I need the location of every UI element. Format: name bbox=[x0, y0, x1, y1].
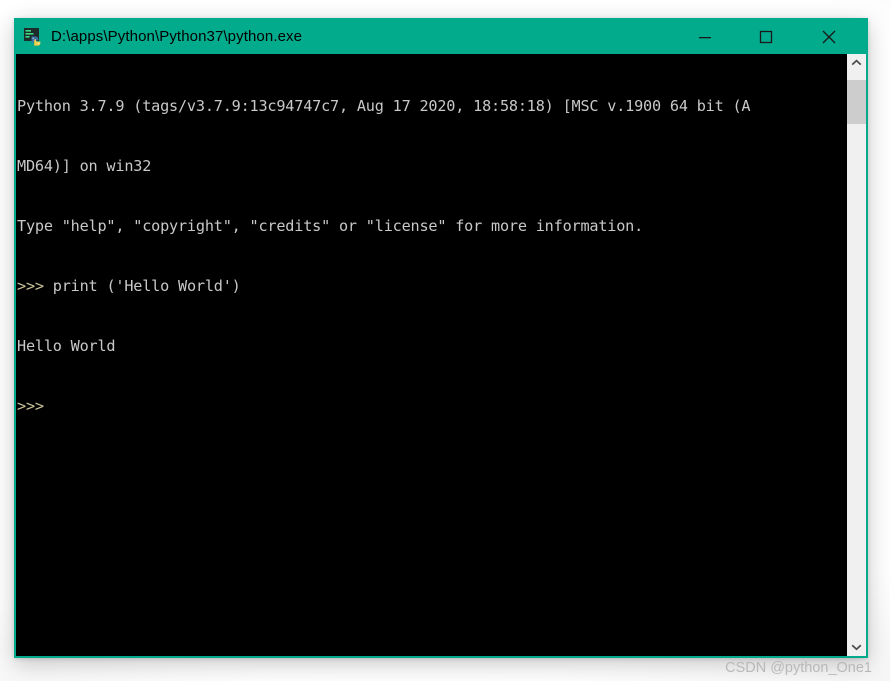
console-prompt: >>> bbox=[17, 397, 44, 415]
console-line-text: Python 3.7.9 (tags/v3.7.9:13c94747c7, Au… bbox=[17, 97, 751, 115]
chevron-up-icon bbox=[851, 54, 862, 72]
console-prompt: >>> bbox=[17, 277, 44, 295]
python-console-icon bbox=[24, 28, 42, 46]
scrollbar-track[interactable] bbox=[847, 72, 866, 638]
console-line-command: >>> bbox=[17, 396, 847, 416]
maximize-button[interactable] bbox=[743, 20, 789, 54]
scrollbar-up-button[interactable] bbox=[847, 54, 866, 72]
window-title-text: D:\apps\Python\Python37\python.exe bbox=[51, 28, 303, 45]
console-line: Hello World bbox=[17, 336, 847, 356]
console-line: Type "help", "copyright", "credits" or "… bbox=[17, 216, 847, 236]
console-line-text: Type "help", "copyright", "credits" or "… bbox=[17, 217, 644, 235]
console-line-text: Hello World bbox=[17, 337, 116, 355]
console-line-text: MD64)] on win32 bbox=[17, 157, 152, 175]
minimize-icon bbox=[698, 30, 712, 44]
console-line: Python 3.7.9 (tags/v3.7.9:13c94747c7, Au… bbox=[17, 96, 847, 116]
console-output[interactable]: Python 3.7.9 (tags/v3.7.9:13c94747c7, Au… bbox=[16, 54, 847, 656]
console-line-command: >>> print ('Hello World') bbox=[17, 276, 847, 296]
console-line: MD64)] on win32 bbox=[17, 156, 847, 176]
console-area: Python 3.7.9 (tags/v3.7.9:13c94747c7, Au… bbox=[16, 54, 866, 656]
window-title-bar[interactable]: D:\apps\Python\Python37\python.exe bbox=[16, 20, 866, 54]
console-command-text: print ('Hello World') bbox=[43, 277, 241, 295]
python-console-window: D:\apps\Python\Python37\python.exe Pytho… bbox=[14, 18, 868, 658]
console-scrollbar[interactable] bbox=[847, 54, 866, 656]
close-button[interactable] bbox=[806, 20, 852, 54]
minimize-button[interactable] bbox=[682, 20, 728, 54]
chevron-down-icon bbox=[851, 638, 862, 656]
maximize-icon bbox=[759, 30, 773, 44]
scrollbar-thumb[interactable] bbox=[847, 80, 866, 124]
close-icon bbox=[821, 29, 837, 45]
scrollbar-down-button[interactable] bbox=[847, 638, 866, 656]
watermark-text: CSDN @python_One1 bbox=[725, 660, 872, 676]
